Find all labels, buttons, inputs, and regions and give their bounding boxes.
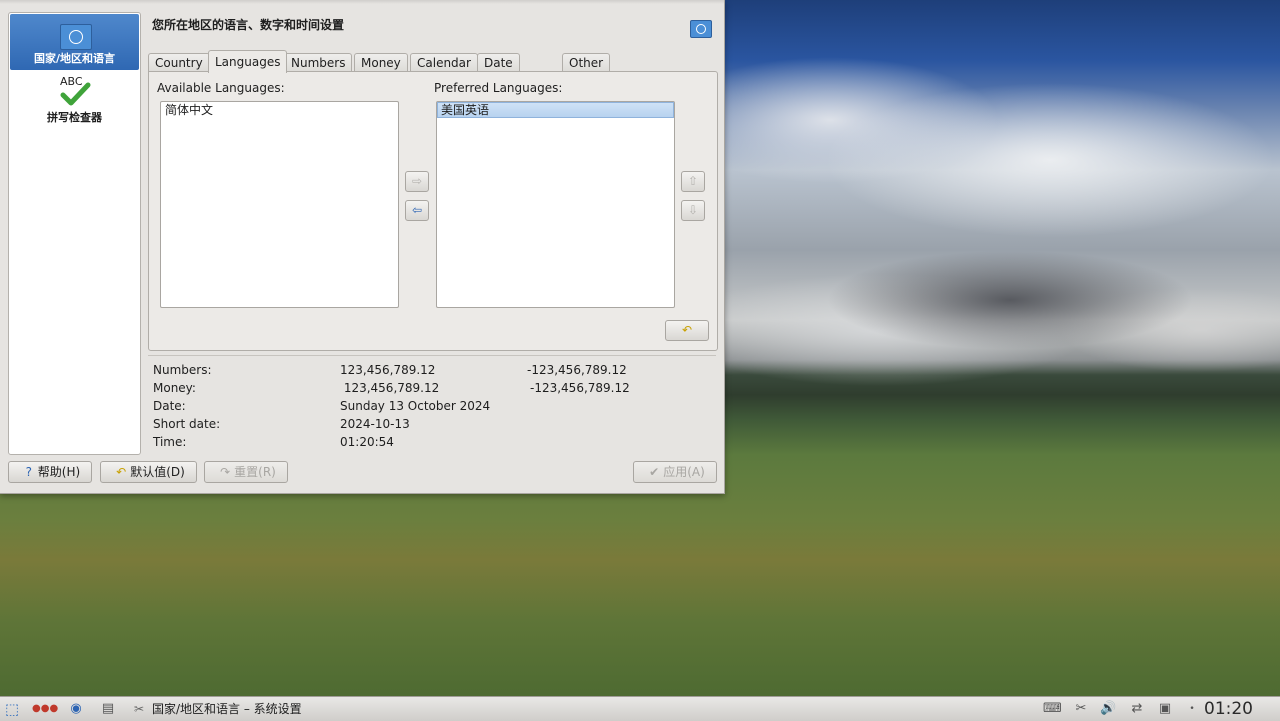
clipboard-icon[interactable]: ✂ (1073, 701, 1089, 717)
summary-value: -123,456,789.12 (527, 363, 627, 377)
tab-calendar[interactable]: Calendar (410, 53, 478, 73)
tab-numbers[interactable]: Numbers (284, 53, 353, 73)
remove-language-button[interactable]: ⇦ (405, 200, 429, 221)
arrow-right-icon: ⇨ (411, 174, 423, 188)
apply-button-label: 应用(A) (663, 465, 705, 479)
summary-value: 2024-10-13 (340, 417, 410, 431)
tab-country[interactable]: Country (148, 53, 210, 73)
arrow-left-icon: ⇦ (411, 203, 423, 217)
summary-value: -123,456,789.12 (530, 381, 630, 395)
tools-icon: ✂ (134, 702, 145, 716)
category-sidebar: 国家/地区和语言 ABC 拼写检查器 (8, 12, 141, 455)
summary-value: Sunday 13 October 2024 (340, 399, 491, 413)
tab-languages[interactable]: Languages (208, 50, 288, 73)
sidebar-item-label: 拼写检查器 (47, 111, 102, 124)
defaults-button[interactable]: ↶ 默认值(D) (100, 461, 197, 483)
taskbar-task-system-settings[interactable]: ✂ 国家/地区和语言 – 系统设置 (134, 697, 302, 721)
system-settings-window: 国家/地区和语言 ABC 拼写检查器 您所在地区的语言、数字和时间设置 Coun… (0, 0, 725, 494)
preferred-languages-label: Preferred Languages: (434, 81, 563, 95)
check-icon: ✔ (649, 465, 660, 479)
available-languages-label: Available Languages: (157, 81, 285, 95)
undo-icon: ↶ (116, 465, 127, 479)
tab-money[interactable]: Money (354, 53, 408, 73)
apply-button[interactable]: ✔ 应用(A) (633, 461, 717, 483)
arrow-up-icon: ⇧ (687, 174, 699, 188)
summary-label: Short date: (153, 417, 221, 431)
preferred-languages-list[interactable]: 美国英语 (436, 101, 675, 308)
summary-label: Money: (153, 381, 196, 395)
undo-icon: ↶ (681, 323, 693, 337)
page-title: 您所在地区的语言、数字和时间设置 (152, 18, 345, 32)
help-icon: ? (25, 465, 32, 479)
list-item[interactable]: 简体中文 (162, 103, 397, 117)
summary-value: 123,456,789.12 (340, 363, 436, 377)
reset-icon: ↷ (220, 465, 231, 479)
un-flag-icon (690, 20, 712, 38)
activities-icon[interactable]: ●●● (32, 701, 58, 717)
tab-date-time[interactable]: Date & Time (477, 53, 521, 108)
task-title: 国家/地区和语言 – 系统设置 (152, 702, 302, 716)
move-down-button[interactable]: ⇩ (681, 200, 705, 221)
file-manager-icon[interactable]: ▤ (100, 701, 116, 717)
titlebar-edge (0, 0, 724, 4)
reset-button[interactable]: ↷ 重置(R) (204, 461, 288, 483)
sidebar-item-label: 国家/地区和语言 (33, 52, 116, 65)
help-button[interactable]: ? 帮助(H) (8, 461, 92, 483)
summary-label: Time: (153, 435, 187, 449)
tray-expand-icon[interactable]: • (1184, 701, 1200, 717)
browser-icon[interactable]: ◉ (68, 701, 84, 717)
clock[interactable]: 01:20 (1204, 697, 1253, 721)
reset-button-label: 重置(R) (234, 465, 276, 479)
defaults-button-label: 默认值(D) (130, 465, 185, 479)
kde-menu-icon[interactable]: ⬚ (4, 701, 20, 717)
list-item[interactable]: 美国英语 (437, 102, 674, 118)
spellcheck-icon: ABC (56, 75, 96, 109)
available-languages-list[interactable]: 简体中文 (160, 101, 399, 308)
summary-label: Numbers: (153, 363, 212, 377)
un-flag-icon (60, 24, 92, 50)
summary-label: Date: (153, 399, 186, 413)
add-language-button[interactable]: ⇨ (405, 171, 429, 192)
arrow-down-icon: ⇩ (687, 203, 699, 217)
help-button-label: 帮助(H) (37, 465, 81, 479)
sidebar-item-spellcheck[interactable]: ABC 拼写检查器 (10, 73, 139, 129)
network-icon[interactable]: ⇄ (1129, 701, 1145, 717)
notifications-icon[interactable]: ▣ (1157, 701, 1173, 717)
summary-value: 01:20:54 (340, 435, 394, 449)
reset-languages-button[interactable]: ↶ (665, 320, 709, 341)
summary-value: 123,456,789.12 (340, 381, 440, 395)
move-up-button[interactable]: ⇧ (681, 171, 705, 192)
locale-summary: Numbers: 123,456,789.12 -123,456,789.12 … (148, 355, 716, 454)
taskbar: ⬚ ●●● ◉ ▤ ✂ 国家/地区和语言 – 系统设置 ⌨ ✂ 🔊 ⇄ ▣ • 0… (0, 696, 1280, 721)
volume-icon[interactable]: 🔊 (1100, 701, 1116, 717)
sidebar-item-locale[interactable]: 国家/地区和语言 (10, 14, 139, 70)
tab-other[interactable]: Other (562, 53, 611, 73)
keyboard-icon[interactable]: ⌨ (1043, 701, 1062, 717)
